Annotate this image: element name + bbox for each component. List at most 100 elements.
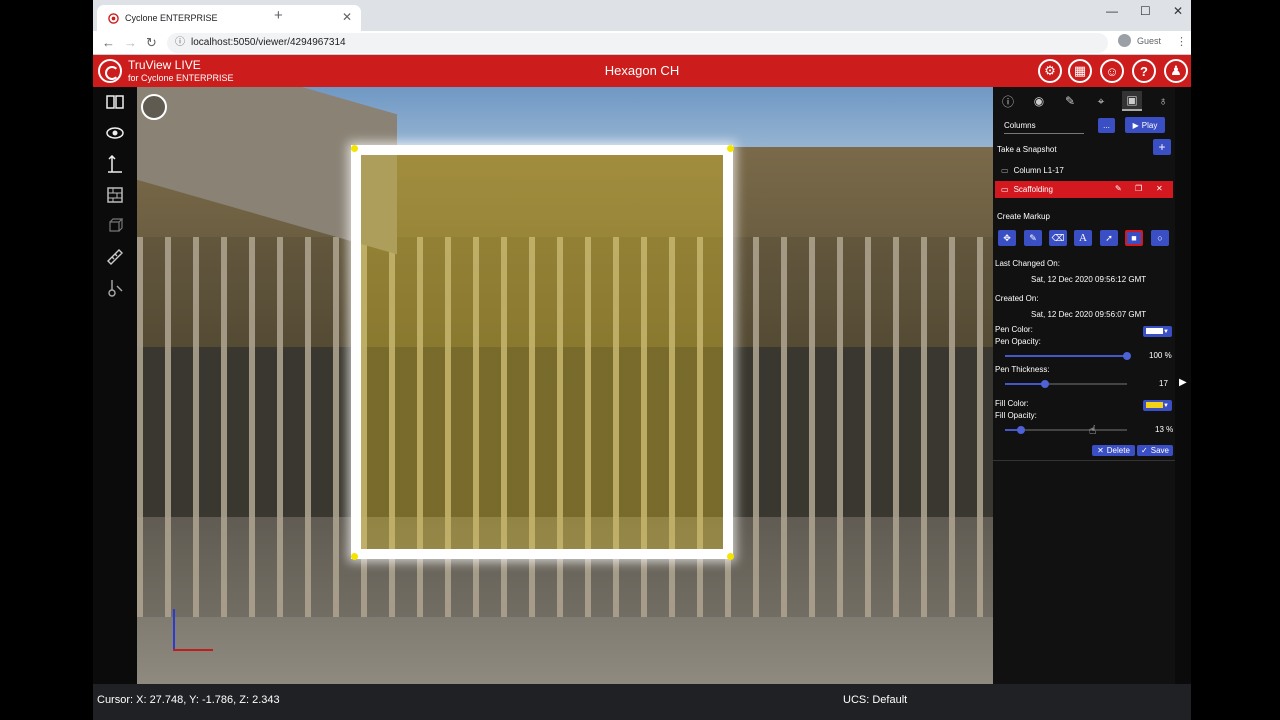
maximize-button[interactable]: ☐ (1140, 4, 1151, 18)
last-changed-label: Last Changed On: (995, 259, 1060, 268)
browser-menu-icon[interactable]: ⋮ (1176, 35, 1187, 48)
cursor-coordinates: Cursor: X: 27.748, Y: -1.786, Z: 2.343 (97, 694, 280, 706)
snapshot-item[interactable]: ▭ Column L1-17 (995, 162, 1173, 179)
panel-tabs: ⓘ ◉ ✎ ⌖ ▣ ♁ (993, 87, 1175, 115)
eraser-icon[interactable]: ⌫ (1049, 230, 1067, 246)
eye-icon[interactable] (105, 123, 125, 143)
address-bar: ← → ↻ ⓘ localhost:5050/viewer/4294967314… (93, 31, 1191, 55)
pencil-icon[interactable]: ✎ (1024, 230, 1042, 246)
play-button[interactable]: ▶ Play (1125, 117, 1165, 133)
viewpoint-icon[interactable] (141, 94, 167, 120)
settings-icon[interactable]: ⚙ (1038, 59, 1062, 83)
eye-icon[interactable]: ◉ (1029, 91, 1049, 111)
edit-icon[interactable]: ✎ (1115, 184, 1122, 193)
wall-icon[interactable] (105, 185, 125, 205)
forward-icon[interactable]: → (124, 35, 137, 50)
pick-icon[interactable] (105, 278, 125, 298)
pen-opacity-value: 100 % (1149, 351, 1172, 360)
tab-title: Cyclone ENTERPRISE (125, 13, 218, 23)
site-info-icon[interactable]: ⓘ (175, 33, 185, 53)
group-more-button[interactable]: ... (1098, 118, 1115, 133)
close-window-button[interactable]: ✕ (1173, 4, 1183, 18)
fill-color-swatch (1146, 402, 1163, 408)
account-icon[interactable]: ♟ (1164, 59, 1188, 83)
snapshot-icon[interactable]: ▣ (1122, 91, 1142, 111)
save-label: Save (1150, 446, 1169, 455)
reload-icon[interactable]: ↻ (146, 35, 157, 51)
profile-button[interactable]: Guest (1118, 34, 1161, 47)
delete-button[interactable]: ✕ Delete (1092, 445, 1135, 456)
profile-label: Guest (1137, 35, 1162, 46)
pen-opacity-slider-handle[interactable] (1123, 352, 1131, 360)
create-markup-label: Create Markup (997, 212, 1050, 221)
avatar-icon (1118, 34, 1131, 47)
ruler-icon[interactable] (105, 247, 125, 267)
layout-icon[interactable]: ▦ (1068, 59, 1092, 83)
pen-thickness-value: 17 (1159, 379, 1168, 388)
screen-border-right (1191, 0, 1280, 720)
close-tab-icon[interactable]: ✕ (342, 10, 352, 24)
snapshot-item[interactable]: ▭ Scaffolding ✎ ❐ ✕ (995, 181, 1173, 198)
cube-icon[interactable] (105, 216, 125, 236)
fill-color-label: Fill Color: (995, 399, 1029, 408)
minimize-button[interactable]: — (1106, 4, 1118, 18)
snapshot-panel: ⓘ ◉ ✎ ⌖ ▣ ♁ Columns ... ▶ Play Take a Sn… (993, 87, 1175, 684)
rectangle-markup[interactable] (351, 145, 733, 559)
markup-handle[interactable] (727, 553, 734, 560)
play-label: Play (1141, 120, 1158, 130)
pen-thickness-slider-handle[interactable] (1041, 380, 1049, 388)
check-icon: ✓ (1141, 446, 1148, 455)
delete-label: Delete (1106, 446, 1130, 455)
group-select[interactable]: Columns (1004, 121, 1084, 134)
duplicate-icon[interactable]: ❐ (1135, 184, 1142, 193)
pen-opacity-fill (1005, 355, 1127, 357)
arrow-icon[interactable]: ➚ (1100, 230, 1118, 246)
markup-handle[interactable] (351, 145, 358, 152)
axis-z-indicator (173, 609, 175, 651)
markup-handle[interactable] (727, 145, 734, 152)
help-icon[interactable]: ? (1132, 59, 1156, 83)
tab-strip: Cyclone ENTERPRISE ✕ + — ☐ ✕ (93, 0, 1191, 31)
circle-icon[interactable]: ○ (1151, 230, 1169, 246)
attachment-icon[interactable]: ✎ (1060, 91, 1080, 111)
fill-opacity-value: 13 % (1155, 425, 1174, 434)
fill-color-picker[interactable]: ▼ (1143, 400, 1172, 411)
info-icon[interactable]: ⓘ (998, 91, 1018, 111)
add-snapshot-button[interactable]: + (1153, 139, 1171, 155)
axis-x-indicator (173, 649, 213, 651)
location-icon[interactable]: ⌖ (1091, 91, 1111, 111)
back-icon[interactable]: ← (102, 35, 115, 50)
browser-tab[interactable]: Cyclone ENTERPRISE ✕ (97, 5, 361, 31)
take-snapshot-label: Take a Snapshot (997, 145, 1057, 154)
lightbulb-icon[interactable]: ♁ (1153, 91, 1173, 111)
markup-handle[interactable] (351, 553, 358, 560)
close-icon: ✕ (1097, 446, 1104, 455)
pen-opacity-label: Pen Opacity: (995, 337, 1041, 346)
url-field[interactable]: ⓘ localhost:5050/viewer/4294967314 (167, 33, 1108, 53)
rectangle-icon[interactable]: ■ (1125, 230, 1143, 246)
fill-opacity-label: Fill Opacity: (995, 411, 1037, 420)
divider (993, 460, 1175, 461)
mouse-cursor-icon: ☝ (1089, 423, 1097, 437)
chevron-down-icon: ▼ (1163, 329, 1169, 335)
created-label: Created On: (995, 294, 1039, 303)
book-icon[interactable] (105, 92, 125, 112)
app-header: TruView LIVE for Cyclone ENTERPRISE Hexa… (93, 55, 1191, 87)
pen-color-swatch (1146, 328, 1163, 334)
browser-window: Cyclone ENTERPRISE ✕ + — ☐ ✕ ← → ↻ ⓘ loc… (93, 0, 1191, 720)
pen-color-picker[interactable]: ▼ (1143, 326, 1172, 337)
measure-height-icon[interactable] (105, 154, 125, 174)
user-settings-icon[interactable]: ☺ (1100, 59, 1124, 83)
move-icon[interactable]: ✥ (998, 230, 1016, 246)
last-changed-value: Sat, 12 Dec 2020 09:56:12 GMT (1031, 275, 1147, 284)
pen-thickness-label: Pen Thickness: (995, 365, 1050, 374)
save-button[interactable]: ✓ Save (1137, 445, 1173, 456)
delete-snapshot-icon[interactable]: ✕ (1156, 184, 1163, 193)
fill-opacity-slider-handle[interactable] (1017, 426, 1025, 434)
panel-collapse-strip: ▶ (1175, 87, 1191, 684)
expand-panel-icon[interactable]: ▶ (1179, 377, 1187, 388)
3d-viewer[interactable] (137, 87, 993, 684)
play-icon: ▶ (1132, 120, 1139, 130)
new-tab-button[interactable]: + (274, 7, 283, 24)
text-icon[interactable]: A (1074, 230, 1092, 246)
